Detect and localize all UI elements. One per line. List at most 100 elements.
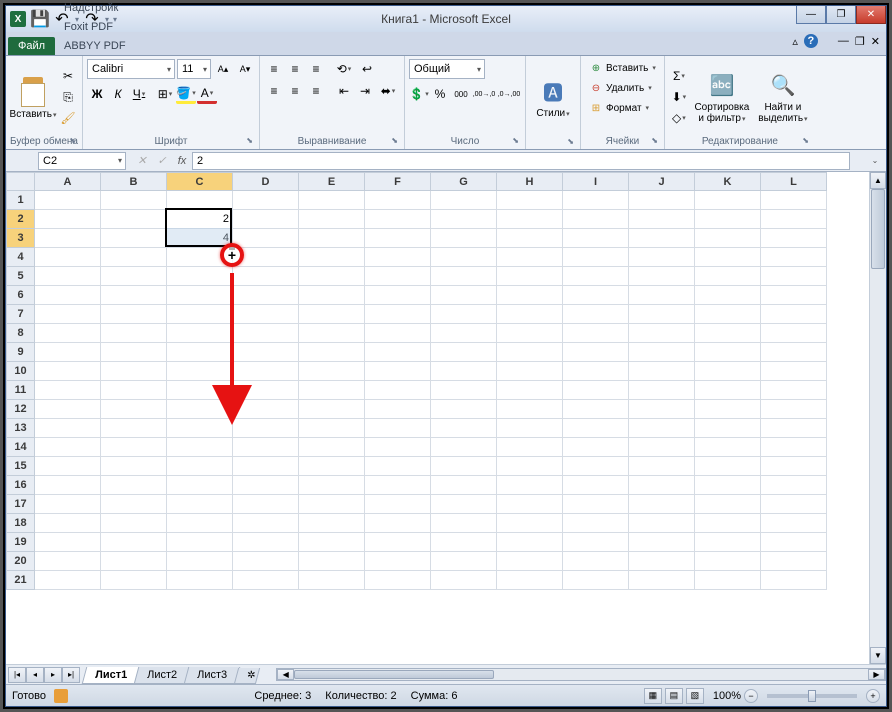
cell-H12[interactable] (497, 400, 563, 419)
col-header-H[interactable]: H (497, 173, 563, 191)
cell-B1[interactable] (101, 191, 167, 210)
cell-K1[interactable] (695, 191, 761, 210)
col-header-I[interactable]: I (563, 173, 629, 191)
cell-B20[interactable] (101, 552, 167, 571)
zoom-level[interactable]: 100% (713, 690, 741, 702)
cell-K11[interactable] (695, 381, 761, 400)
cell-D20[interactable] (233, 552, 299, 571)
col-header-A[interactable]: A (35, 173, 101, 191)
cell-D13[interactable] (233, 419, 299, 438)
cell-I3[interactable] (563, 229, 629, 248)
format-painter-button[interactable]: 🖌 (58, 108, 78, 128)
fill-button[interactable]: ⬇▾ (669, 87, 689, 107)
increase-indent-button[interactable]: ⇥ (355, 81, 375, 101)
cell-B2[interactable] (101, 210, 167, 229)
cell-H3[interactable] (497, 229, 563, 248)
cell-F9[interactable] (365, 343, 431, 362)
bold-button[interactable]: Ж (87, 84, 107, 104)
cell-E17[interactable] (299, 495, 365, 514)
cell-H6[interactable] (497, 286, 563, 305)
cell-D4[interactable] (233, 248, 299, 267)
col-header-F[interactable]: F (365, 173, 431, 191)
currency-button[interactable]: 💲▾ (409, 84, 429, 104)
cell-L8[interactable] (761, 324, 827, 343)
cut-button[interactable]: ✂ (58, 66, 78, 86)
cell-L19[interactable] (761, 533, 827, 552)
cell-L6[interactable] (761, 286, 827, 305)
row-header-16[interactable]: 16 (7, 476, 35, 495)
sheet-tab-Лист3[interactable]: Лист3 (184, 667, 241, 684)
cell-G16[interactable] (431, 476, 497, 495)
cell-L17[interactable] (761, 495, 827, 514)
cell-L10[interactable] (761, 362, 827, 381)
cell-G8[interactable] (431, 324, 497, 343)
cell-E13[interactable] (299, 419, 365, 438)
view-pagebreak-button[interactable]: ▧ (686, 688, 704, 704)
scroll-down-button[interactable]: ▼ (870, 647, 886, 664)
cell-I4[interactable] (563, 248, 629, 267)
cell-B21[interactable] (101, 571, 167, 590)
vscroll-thumb[interactable] (871, 189, 885, 269)
cell-G5[interactable] (431, 267, 497, 286)
cell-K21[interactable] (695, 571, 761, 590)
cell-I15[interactable] (563, 457, 629, 476)
cell-D8[interactable] (233, 324, 299, 343)
cell-J3[interactable] (629, 229, 695, 248)
align-center-button[interactable]: ≡ (285, 81, 305, 101)
cell-H5[interactable] (497, 267, 563, 286)
cell-K17[interactable] (695, 495, 761, 514)
cell-J5[interactable] (629, 267, 695, 286)
cell-I12[interactable] (563, 400, 629, 419)
doc-close[interactable]: ✕ (871, 35, 880, 48)
cell-C1[interactable] (167, 191, 233, 210)
cell-K6[interactable] (695, 286, 761, 305)
cell-L1[interactable] (761, 191, 827, 210)
cell-F21[interactable] (365, 571, 431, 590)
cell-J13[interactable] (629, 419, 695, 438)
cell-L3[interactable] (761, 229, 827, 248)
row-header-2[interactable]: 2 (7, 210, 35, 229)
cell-G13[interactable] (431, 419, 497, 438)
align-right-button[interactable]: ≡ (306, 81, 326, 101)
row-header-19[interactable]: 19 (7, 533, 35, 552)
cell-L14[interactable] (761, 438, 827, 457)
cell-F18[interactable] (365, 514, 431, 533)
cell-H4[interactable] (497, 248, 563, 267)
cell-H21[interactable] (497, 571, 563, 590)
cell-B18[interactable] (101, 514, 167, 533)
cell-J10[interactable] (629, 362, 695, 381)
enter-formula[interactable]: ✓ (152, 152, 172, 170)
cell-C17[interactable] (167, 495, 233, 514)
cell-H11[interactable] (497, 381, 563, 400)
cell-E20[interactable] (299, 552, 365, 571)
cell-B16[interactable] (101, 476, 167, 495)
cell-C19[interactable] (167, 533, 233, 552)
cell-J17[interactable] (629, 495, 695, 514)
cell-C3[interactable]: 4 (167, 229, 233, 248)
cell-H8[interactable] (497, 324, 563, 343)
row-header-8[interactable]: 8 (7, 324, 35, 343)
grow-font-button[interactable]: A▴ (213, 59, 233, 79)
cell-K3[interactable] (695, 229, 761, 248)
cell-C11[interactable] (167, 381, 233, 400)
cell-I13[interactable] (563, 419, 629, 438)
cell-E8[interactable] (299, 324, 365, 343)
cell-K15[interactable] (695, 457, 761, 476)
cell-H18[interactable] (497, 514, 563, 533)
align-bottom-button[interactable]: ≡ (306, 59, 326, 79)
cell-D16[interactable] (233, 476, 299, 495)
cell-C15[interactable] (167, 457, 233, 476)
cell-A9[interactable] (35, 343, 101, 362)
cell-E14[interactable] (299, 438, 365, 457)
cell-A4[interactable] (35, 248, 101, 267)
cell-K18[interactable] (695, 514, 761, 533)
cell-B3[interactable] (101, 229, 167, 248)
cell-J14[interactable] (629, 438, 695, 457)
zoom-thumb[interactable] (808, 690, 816, 702)
cell-D5[interactable] (233, 267, 299, 286)
align-top-button[interactable]: ≡ (264, 59, 284, 79)
row-header-11[interactable]: 11 (7, 381, 35, 400)
file-tab[interactable]: Файл (8, 37, 55, 55)
cell-I6[interactable] (563, 286, 629, 305)
align-left-button[interactable]: ≡ (264, 81, 284, 101)
